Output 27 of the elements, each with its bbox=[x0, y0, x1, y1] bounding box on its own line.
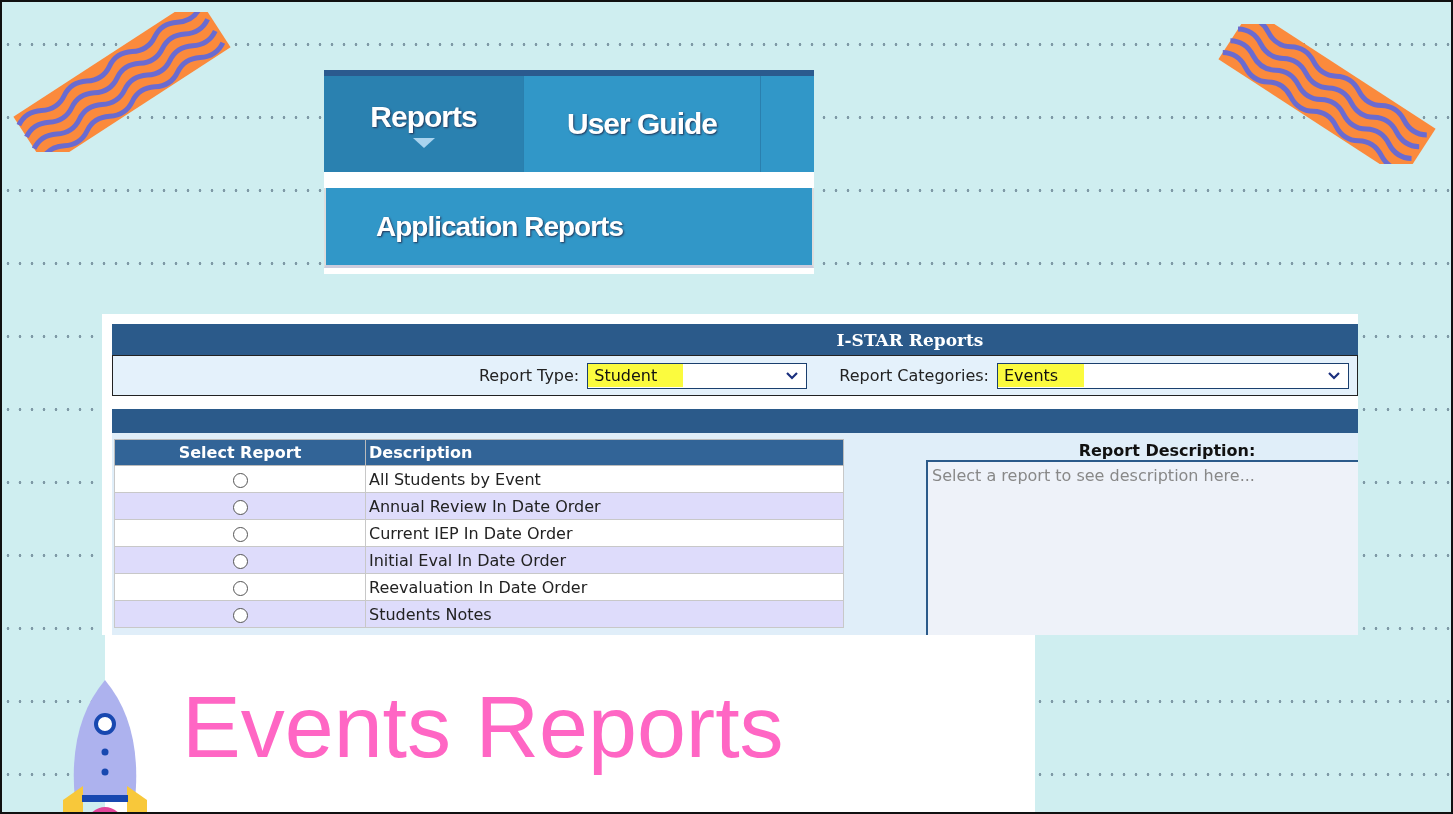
radio-button[interactable] bbox=[232, 499, 248, 515]
column-header: Select Report bbox=[114, 439, 366, 466]
table-cell: Initial Eval In Date Order bbox=[365, 546, 844, 574]
filter-label: Report Type: bbox=[478, 366, 580, 385]
table-cell: Current IEP In Date Order bbox=[365, 519, 844, 547]
chevron-down-icon bbox=[786, 371, 799, 380]
table-cell: Reevaluation In Date Order bbox=[365, 573, 844, 601]
dropdown-menu-item[interactable]: Application Reports bbox=[324, 188, 814, 268]
panel-title: I-STAR Reports bbox=[112, 324, 1358, 355]
select-dropdown[interactable]: Events bbox=[997, 362, 1349, 389]
filter-label: Report Categories: bbox=[839, 366, 989, 385]
radio-button[interactable] bbox=[232, 472, 248, 488]
table-cell: Students Notes bbox=[365, 600, 844, 628]
table-cell: All Students by Event bbox=[365, 465, 844, 493]
chevron-down-icon bbox=[1328, 371, 1340, 380]
slide-title: Events Reports bbox=[182, 675, 784, 778]
description-heading: Report Description: bbox=[1077, 440, 1257, 460]
radio-button[interactable] bbox=[232, 526, 248, 542]
radio-button[interactable] bbox=[232, 553, 248, 569]
radio-button[interactable] bbox=[232, 580, 248, 596]
column-header: Description bbox=[365, 439, 844, 466]
nav-tab[interactable]: Reports bbox=[324, 76, 524, 172]
description-field[interactable]: Select a report to see description here... bbox=[926, 460, 1358, 635]
caret-icon bbox=[412, 138, 435, 148]
table-cell: Annual Review In Date Order bbox=[365, 492, 844, 520]
radio-button[interactable] bbox=[232, 607, 248, 623]
select-dropdown[interactable]: Student bbox=[587, 362, 808, 389]
